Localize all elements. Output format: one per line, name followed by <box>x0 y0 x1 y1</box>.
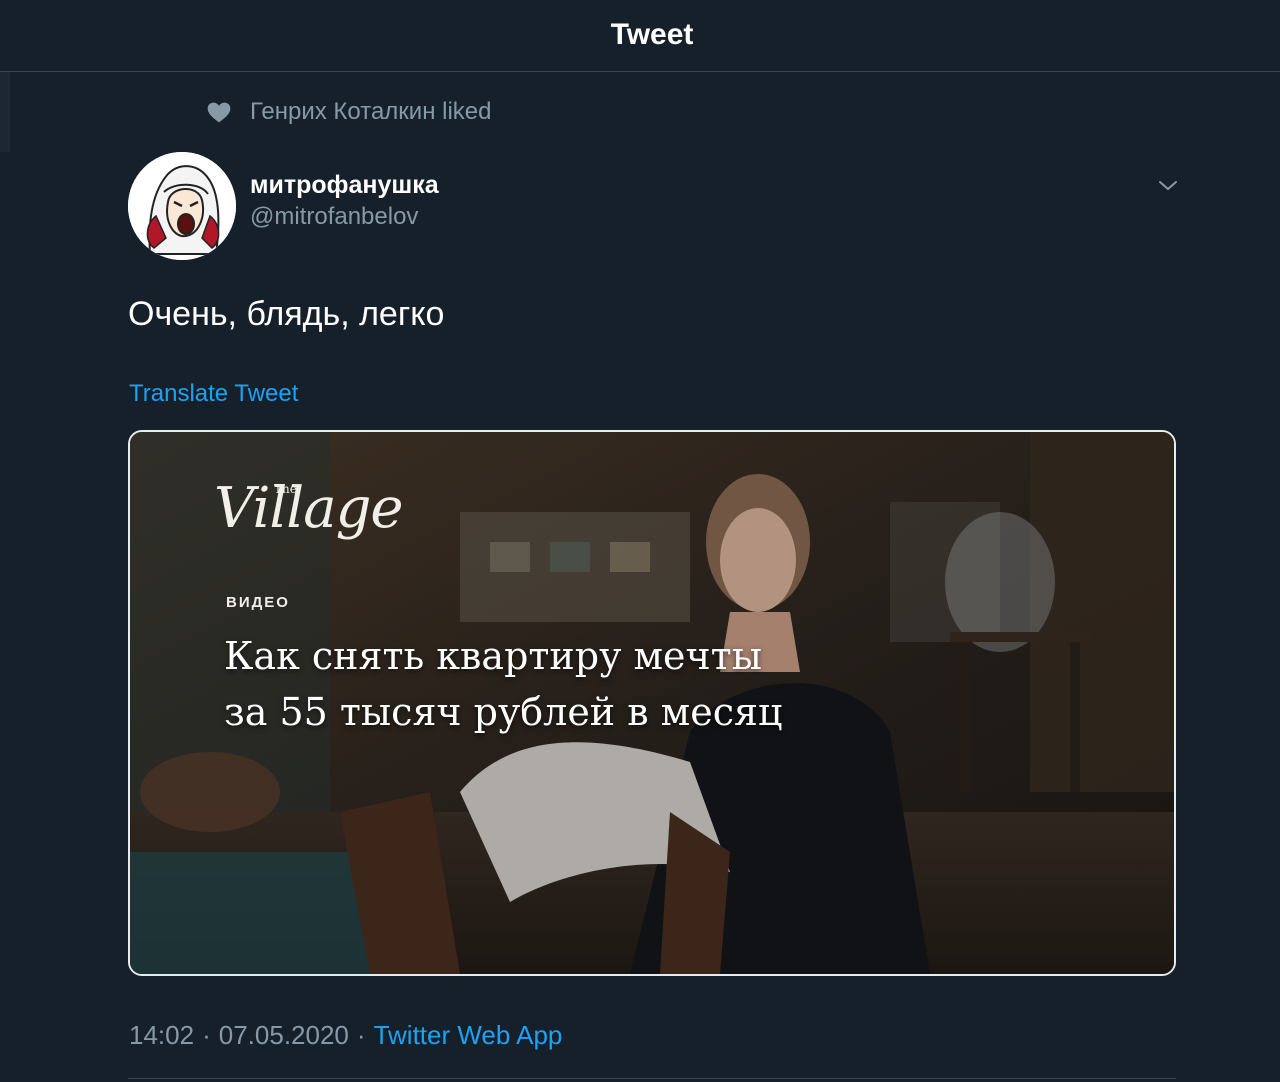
avatar[interactable] <box>128 152 236 260</box>
divider <box>128 1078 1176 1079</box>
media-headline-line-2: за 55 тысяч рублей в месяц <box>224 690 783 734</box>
tweet-source-link[interactable]: Twitter Web App <box>374 1018 563 1052</box>
media-headline: Как снять квартиру мечты за 55 тысяч руб… <box>224 628 924 740</box>
social-context-text: Генрих Коталкин liked <box>250 98 492 125</box>
top-bar: Tweet <box>0 0 1280 72</box>
author-block[interactable]: митрофанушка @mitrofanbelov <box>250 170 439 232</box>
meta-separator: · <box>202 1020 211 1050</box>
author-name[interactable]: митрофанушка <box>250 170 439 200</box>
tweet-media[interactable]: The Village ВИДЕО Как снять квартиру меч… <box>128 430 1176 976</box>
tweet-text: Очень, блядь, легко <box>128 295 445 333</box>
tweet-date[interactable]: 07.05.2020 <box>219 1018 349 1052</box>
scrollbar[interactable] <box>0 72 10 152</box>
page-title: Tweet <box>610 18 694 51</box>
tweet-time[interactable]: 14:02 <box>129 1018 194 1052</box>
chevron-down-icon[interactable] <box>1156 174 1180 198</box>
author-handle[interactable]: @mitrofanbelov <box>250 202 439 232</box>
media-brand-logo: Village <box>214 476 404 541</box>
heart-icon <box>207 102 231 123</box>
meta-separator: · <box>356 1020 366 1050</box>
media-kicker: ВИДЕО <box>226 594 290 611</box>
social-context[interactable]: Генрих Коталкин liked <box>206 96 491 128</box>
media-headline-line-1: Как снять квартиру мечты <box>224 634 762 678</box>
tweet-meta: 14:02 · 07.05.2020 · Twitter Web App <box>129 1018 562 1052</box>
translate-tweet-link[interactable]: Translate Tweet <box>129 379 298 409</box>
